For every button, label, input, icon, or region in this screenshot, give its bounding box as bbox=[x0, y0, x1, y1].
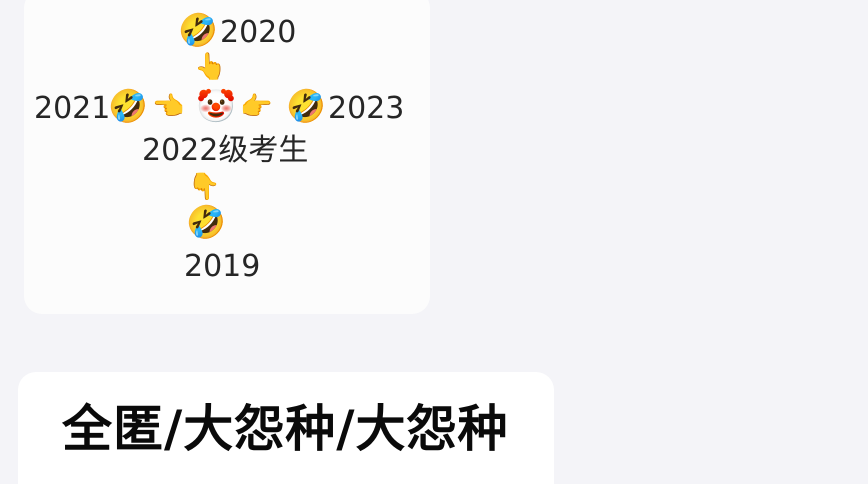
year-label-right: 2023 bbox=[328, 91, 405, 126]
meme-caption: 2022级考生 bbox=[142, 133, 309, 168]
chat-area: 🤣 2020 👆 2021 🤣 👈 🤡 👉 🤣 2023 2022级考生 👇 🤣… bbox=[0, 0, 868, 484]
year-label-top: 2020 bbox=[220, 15, 297, 50]
pointing-right-emoji: 👉 bbox=[240, 92, 273, 122]
pointing-left-emoji: 👈 bbox=[152, 92, 185, 122]
clown-emoji: 🤡 bbox=[196, 87, 236, 125]
pointing-up-emoji: 👆 bbox=[194, 52, 227, 82]
laughing-emoji-bottom: 🤣 bbox=[186, 203, 226, 241]
laughing-emoji-left: 🤣 bbox=[108, 87, 148, 125]
year-label-left: 2021 bbox=[34, 91, 111, 126]
pointing-down-emoji: 👇 bbox=[188, 172, 221, 202]
laughing-emoji-top: 🤣 bbox=[178, 11, 218, 49]
text-message-bubble[interactable]: 全匿/大怨种/大怨种 bbox=[18, 372, 554, 484]
meme-image: 🤣 2020 👆 2021 🤣 👈 🤡 👉 🤣 2023 2022级考生 👇 🤣… bbox=[24, 0, 430, 314]
laughing-emoji-right: 🤣 bbox=[286, 87, 326, 125]
year-label-bottom: 2019 bbox=[184, 249, 261, 284]
message-text: 全匿/大怨种/大怨种 bbox=[62, 400, 509, 458]
image-message-bubble[interactable]: 🤣 2020 👆 2021 🤣 👈 🤡 👉 🤣 2023 2022级考生 👇 🤣… bbox=[24, 0, 430, 314]
